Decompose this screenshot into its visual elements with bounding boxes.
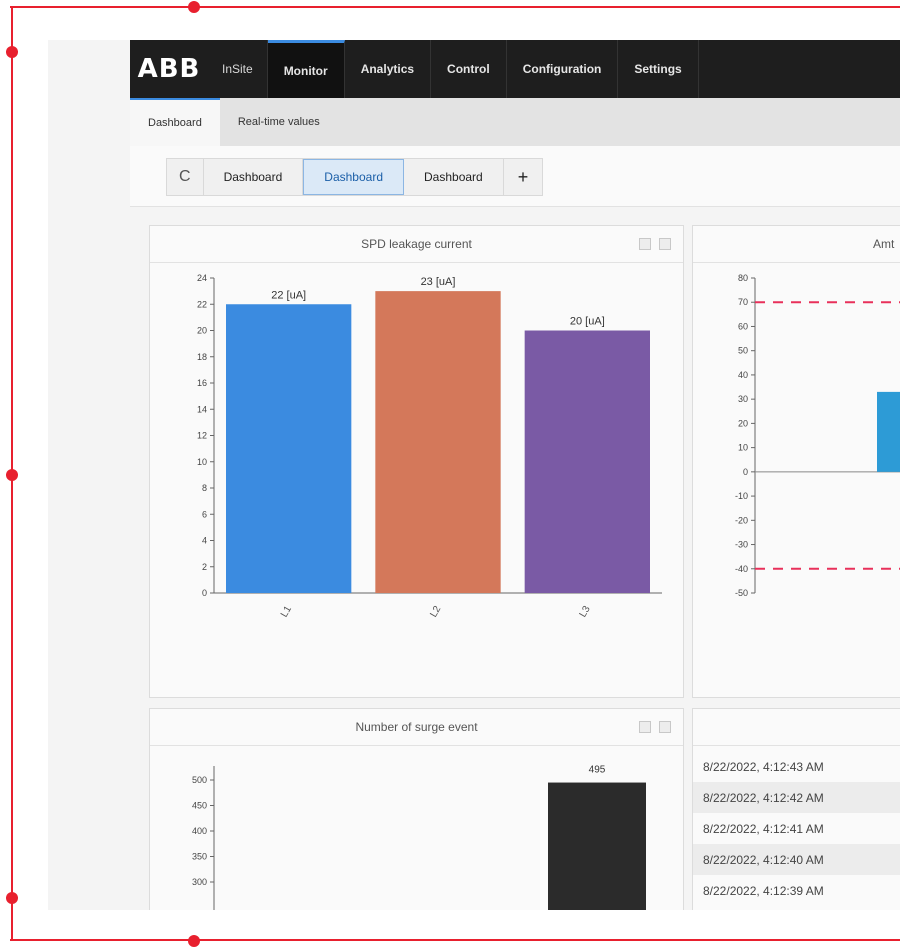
y-tick-label: 20 <box>197 326 207 336</box>
ambient-panel: Amt 80 70 60 50 40 30 20 10 0 -10 -20 -30 -40 -50 <box>692 225 900 698</box>
bar <box>226 304 352 593</box>
y-tick-label: 400 <box>192 826 207 836</box>
y-tick-label: 12 <box>197 431 207 441</box>
y-tick-label: 18 <box>197 352 207 362</box>
data-label: 495 <box>589 765 606 776</box>
dashboard-tab-1[interactable]: Dashboard <box>204 159 304 195</box>
frame-handle[interactable] <box>6 892 18 904</box>
surge-event-chart: 500 450 400 350 300 495 <box>192 765 646 910</box>
y-tick-label: 22 <box>197 299 207 309</box>
dashboard-tabs: C Dashboard Dashboard Dashboard + <box>166 158 544 196</box>
subtab-real-time-values[interactable]: Real-time values <box>220 98 338 146</box>
x-tick-label: L3 <box>578 604 593 620</box>
spd-leakage-chart: 02468101214161820222422 [uA]L123 [uA]L22… <box>197 273 662 620</box>
event-log-panel: 8/22/2022, 4:12:43 AM 8/22/2022, 4:12:42… <box>692 708 900 910</box>
list-item[interactable]: 8/22/2022, 4:12:40 AM <box>693 844 900 875</box>
y-tick-label: 350 <box>192 852 207 862</box>
settings-icon[interactable] <box>639 238 651 250</box>
frame-handle[interactable] <box>188 1 200 13</box>
list-item[interactable]: 8/22/2022, 4:12:41 AM <box>693 813 900 844</box>
list-item[interactable]: 8/22/2022, 4:12:39 AM <box>693 875 900 906</box>
y-tick-label: 50 <box>738 346 748 356</box>
bar <box>877 391 900 472</box>
subtab-dashboard[interactable]: Dashboard <box>130 98 220 146</box>
nav-settings[interactable]: Settings <box>618 40 699 98</box>
dashboard-tab-3[interactable]: Dashboard <box>404 159 504 195</box>
y-tick-label: 0 <box>202 588 207 598</box>
y-tick-label: 2 <box>202 562 207 572</box>
close-icon[interactable] <box>659 721 671 733</box>
y-tick-label: -30 <box>735 540 748 550</box>
frame-handle[interactable] <box>6 46 18 58</box>
panel-title: Number of surge event <box>150 709 683 746</box>
y-tick-label: 10 <box>738 443 748 453</box>
y-tick-label: 20 <box>738 418 748 428</box>
y-tick-label: -20 <box>735 515 748 525</box>
panel-title <box>693 709 900 746</box>
app-window: ABB InSite Monitor Analytics Control Con… <box>48 40 900 910</box>
nav-configuration[interactable]: Configuration <box>507 40 619 98</box>
dashboard-tab-bar: C Dashboard Dashboard Dashboard + <box>130 146 900 207</box>
y-tick-label: 10 <box>197 457 207 467</box>
close-icon[interactable] <box>659 238 671 250</box>
nav-monitor[interactable]: Monitor <box>267 40 345 98</box>
list-item[interactable]: 8/22/2022, 4:12:42 AM <box>693 782 900 813</box>
y-tick-label: 70 <box>738 297 748 307</box>
sub-tabs: Dashboard Real-time values <box>130 98 900 146</box>
data-label: 23 [uA] <box>421 276 456 288</box>
surge-event-panel: Number of surge event 500 450 400 350 300 495 <box>149 708 684 910</box>
product-name[interactable]: InSite <box>208 40 268 98</box>
x-tick-label: L1 <box>279 604 294 620</box>
y-tick-label: 8 <box>202 483 207 493</box>
y-tick-label: 500 <box>192 775 207 785</box>
dashboard-tab-2[interactable]: Dashboard <box>303 159 404 195</box>
bar <box>548 782 646 910</box>
panel-controls <box>639 721 671 733</box>
y-tick-label: 16 <box>197 378 207 388</box>
data-label: 22 [uA] <box>271 289 306 301</box>
history-icon[interactable]: C <box>167 159 204 195</box>
y-tick-label: -10 <box>735 491 748 501</box>
x-tick-label: L2 <box>428 604 443 620</box>
y-tick-label: -40 <box>735 564 748 574</box>
list-item[interactable]: 8/22/2022, 4:12:43 AM <box>693 751 900 782</box>
y-tick-label: 24 <box>197 273 207 283</box>
y-tick-label: 4 <box>202 536 207 546</box>
panel-title: SPD leakage current <box>150 226 683 263</box>
nav-control[interactable]: Control <box>431 40 507 98</box>
ambient-chart: 80 70 60 50 40 30 20 10 0 -10 -20 -30 -40 -50 <box>735 273 900 598</box>
frame-handle[interactable] <box>6 469 18 481</box>
frame-bottom-line <box>10 939 900 941</box>
y-tick-label: -50 <box>735 588 748 598</box>
y-tick-label: 6 <box>202 509 207 519</box>
frame-top-line <box>10 6 900 8</box>
panel-controls <box>639 238 671 250</box>
panel-title-text: Amt <box>873 237 895 251</box>
bar <box>375 291 501 593</box>
abb-logo: ABB <box>137 54 201 84</box>
y-tick-label: 450 <box>192 801 207 811</box>
y-tick-label: 80 <box>738 273 748 283</box>
bar <box>524 330 650 593</box>
nav-analytics[interactable]: Analytics <box>345 40 432 98</box>
panel-title: Amt <box>693 226 900 263</box>
y-tick-label: 14 <box>197 404 207 414</box>
add-dashboard-button[interactable]: + <box>504 159 543 195</box>
spd-leakage-panel: SPD leakage current 0 2 4 6 8 10 12 14 16 18 20 22 2… <box>149 225 684 698</box>
settings-icon[interactable] <box>639 721 651 733</box>
frame-handle[interactable] <box>188 935 200 947</box>
top-navigation-bar: ABB InSite Monitor Analytics Control Con… <box>130 40 900 98</box>
event-log-list: 8/22/2022, 4:12:43 AM 8/22/2022, 4:12:42… <box>693 751 900 906</box>
y-tick-label: 300 <box>192 877 207 887</box>
y-tick-label: 40 <box>738 370 748 380</box>
y-tick-label: 60 <box>738 321 748 331</box>
data-label: 20 [uA] <box>570 316 605 328</box>
y-tick-label: 30 <box>738 394 748 404</box>
y-tick-label: 0 <box>743 467 748 477</box>
